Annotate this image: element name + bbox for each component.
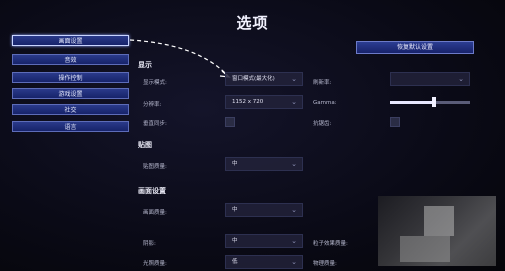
texture-quality-dropdown[interactable]: 中 ⌄ <box>225 157 303 171</box>
antialias-checkbox[interactable] <box>390 117 400 127</box>
physics-quality-label: 物理质量: <box>313 261 337 267</box>
light-quality-dropdown[interactable]: 低 ⌄ <box>225 255 303 269</box>
shadow-dropdown[interactable]: 中 ⌄ <box>225 234 303 248</box>
blurred-overlay-block <box>400 236 450 262</box>
vsync-label: 垂直同步: <box>143 121 167 127</box>
shadow-value: 中 <box>232 238 238 244</box>
section-display: 显示 <box>138 61 152 69</box>
nav-audio[interactable]: 音效 <box>12 54 129 65</box>
vsync-checkbox[interactable] <box>225 117 235 127</box>
resolution-dropdown[interactable]: 1152 x 720 ⌄ <box>225 95 303 109</box>
section-graphics: 画面设置 <box>138 187 166 195</box>
display-mode-label: 显示模式: <box>143 80 167 86</box>
antialias-label: 抗锯齿: <box>313 121 332 127</box>
resolution-value: 1152 x 720 <box>232 99 264 105</box>
page-title: 选项 <box>236 14 269 32</box>
nav-social[interactable]: 社交 <box>12 104 129 115</box>
graphics-quality-dropdown[interactable]: 中 ⌄ <box>225 203 303 217</box>
gamma-slider-fill <box>390 101 434 104</box>
chevron-down-icon: ⌄ <box>291 98 297 106</box>
texture-quality-label: 贴图质量: <box>143 164 167 170</box>
nav-language[interactable]: 语言 <box>12 121 129 132</box>
nav-graphics-settings[interactable]: 画面设置 <box>12 35 129 46</box>
particle-quality-label: 粒子效果质量: <box>313 241 348 247</box>
blurred-overlay-block <box>424 206 454 236</box>
chevron-down-icon: ⌄ <box>291 75 297 83</box>
display-mode-value: 窗口模式(最大化) <box>232 76 275 82</box>
nav-controls[interactable]: 操作控制 <box>12 72 129 83</box>
refresh-rate-label: 刷新率: <box>313 80 332 86</box>
display-mode-dropdown[interactable]: 窗口模式(最大化) ⌄ <box>225 72 303 86</box>
reset-defaults-button[interactable]: 恢复默认设置 <box>356 41 474 54</box>
gamma-slider-thumb[interactable] <box>432 97 436 107</box>
graphics-quality-label: 画面质量: <box>143 210 167 216</box>
nav-game-settings[interactable]: 游戏设置 <box>12 88 129 99</box>
chevron-down-icon: ⌄ <box>291 237 297 245</box>
refresh-rate-dropdown[interactable]: ⌄ <box>390 72 470 86</box>
shadow-label: 阴影: <box>143 241 156 247</box>
light-quality-label: 光照质量: <box>143 261 167 267</box>
light-quality-value: 低 <box>232 259 238 265</box>
chevron-down-icon: ⌄ <box>291 258 297 266</box>
resolution-label: 分辨率: <box>143 102 162 108</box>
section-texture: 贴图 <box>138 141 152 149</box>
gamma-label: Gamma: <box>313 100 337 106</box>
chevron-down-icon: ⌄ <box>291 160 297 168</box>
graphics-quality-value: 中 <box>232 207 238 213</box>
chevron-down-icon: ⌄ <box>458 75 464 83</box>
texture-quality-value: 中 <box>232 161 238 167</box>
chevron-down-icon: ⌄ <box>291 206 297 214</box>
